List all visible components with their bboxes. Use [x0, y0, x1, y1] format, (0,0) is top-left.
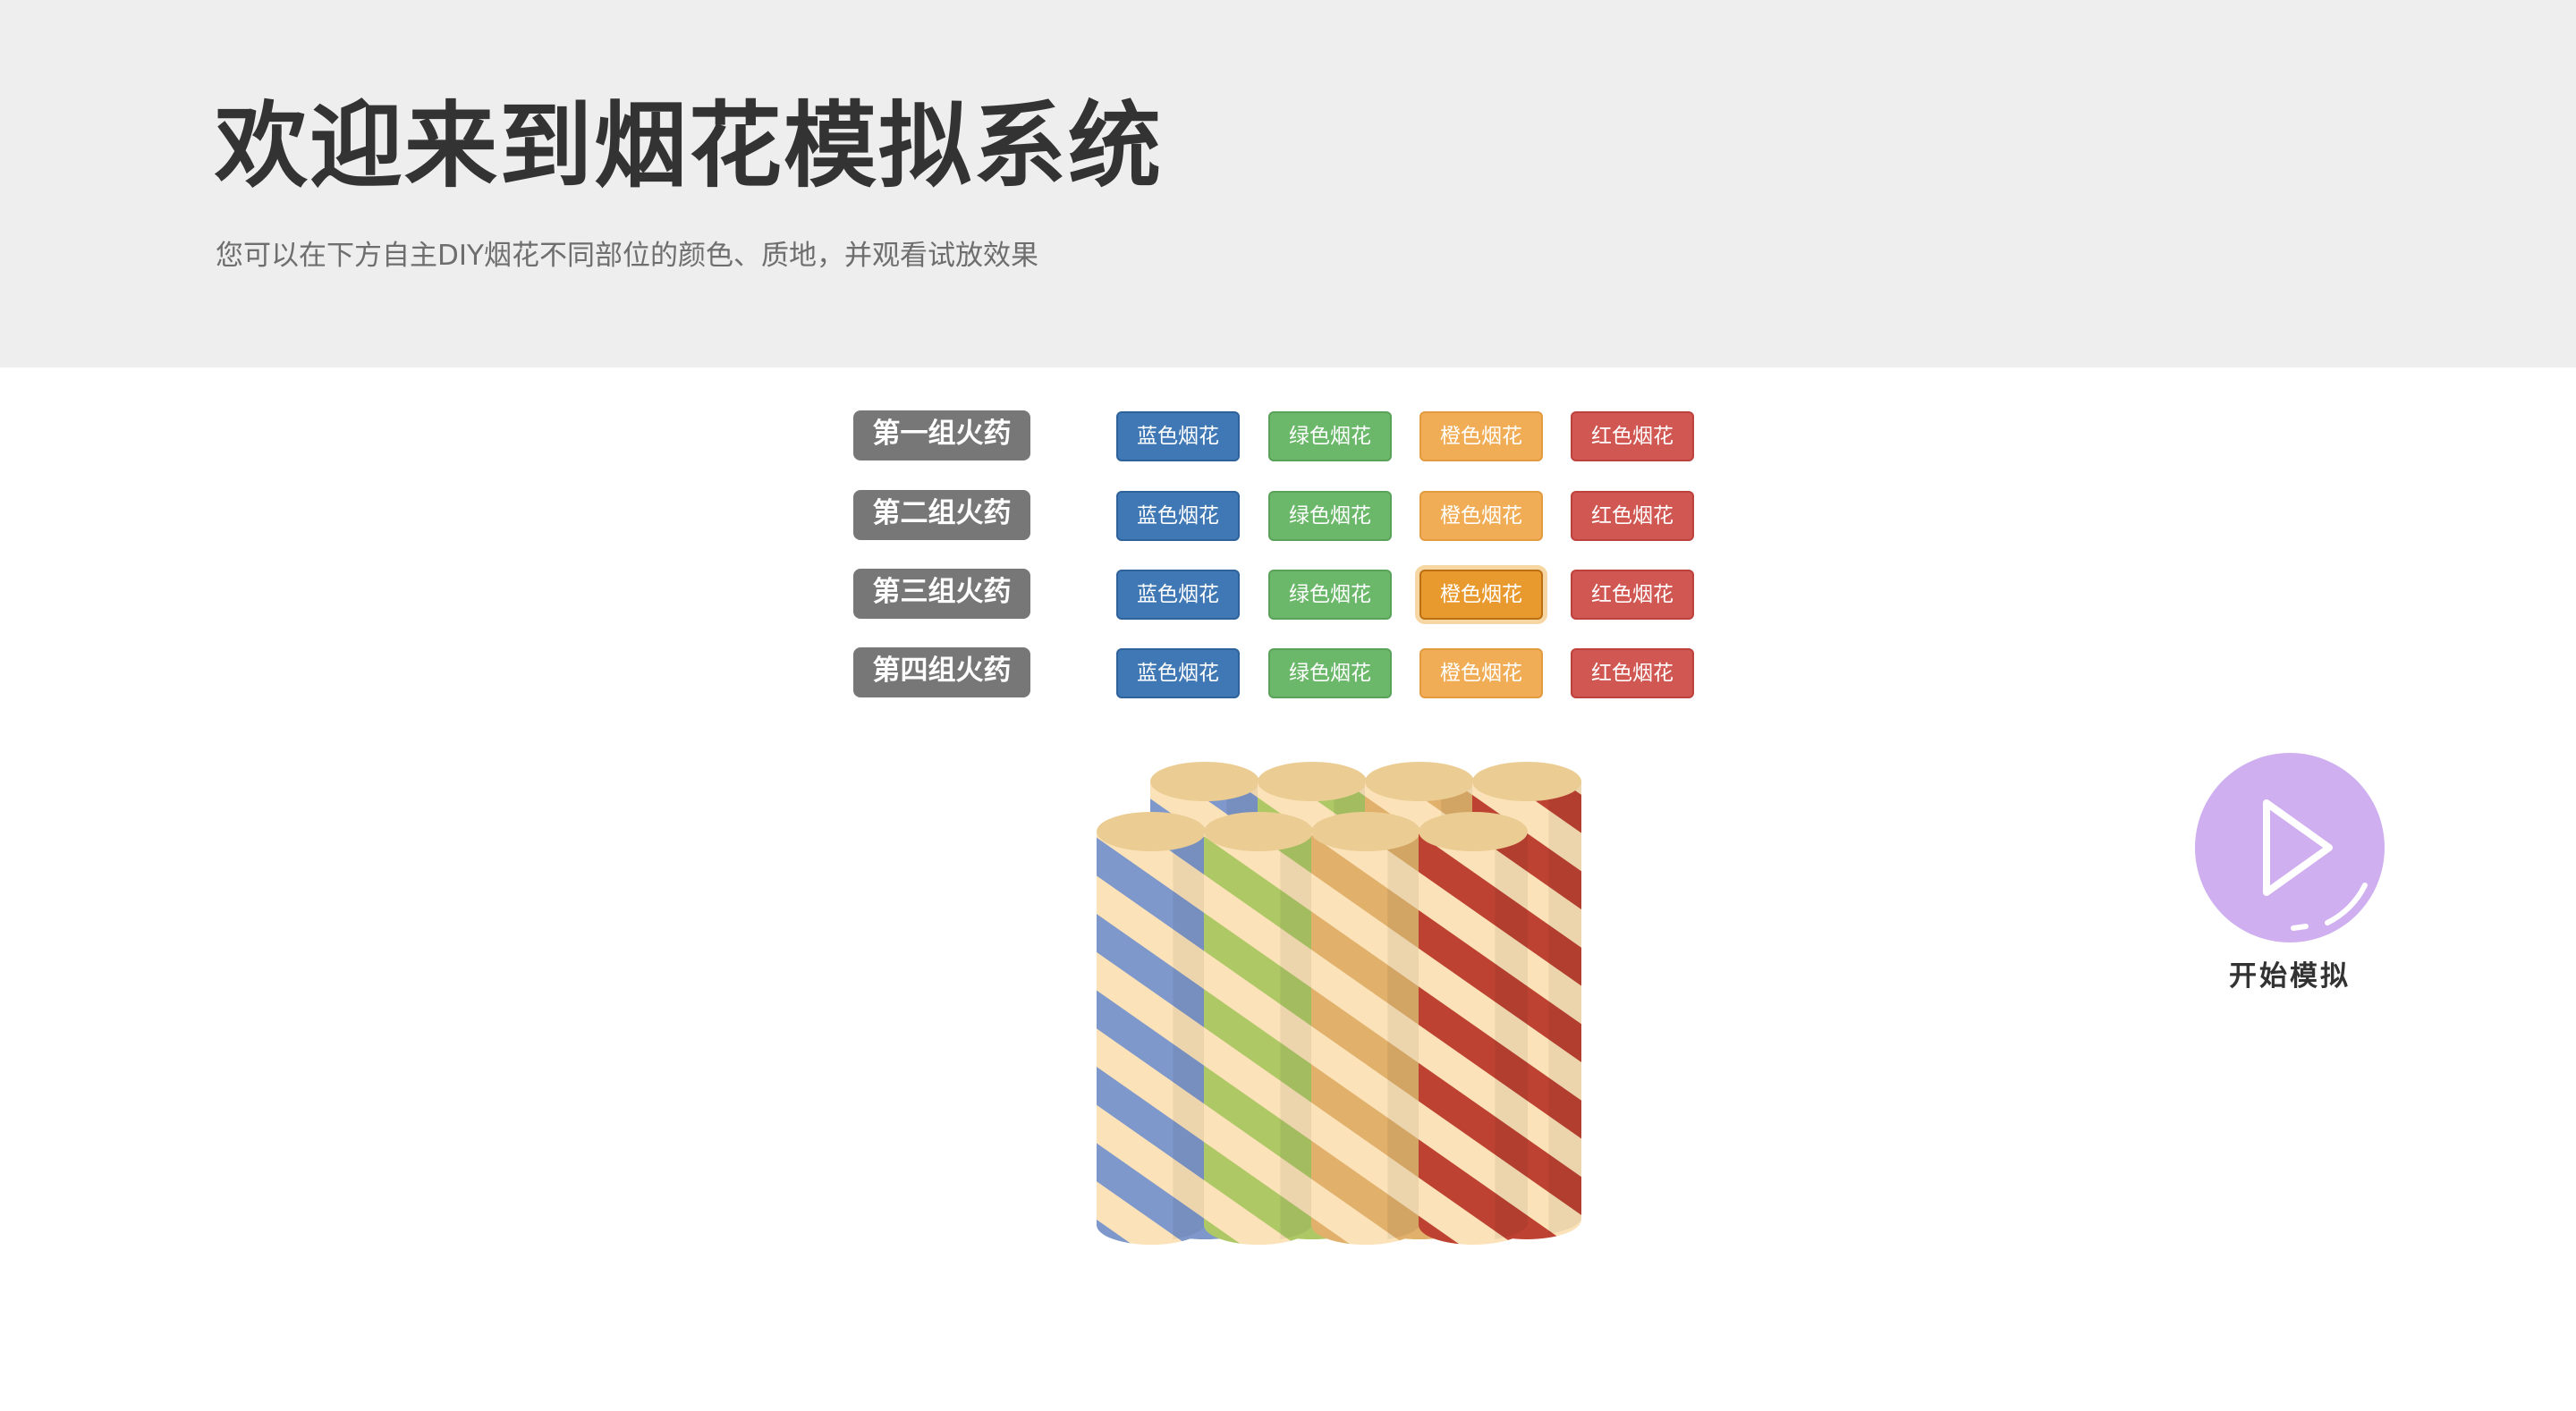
front-tube-orange [1311, 812, 1420, 1245]
group-4-green-button[interactable]: 绿色烟花 [1268, 648, 1392, 698]
group-label-3: 第三组火药 [853, 569, 1030, 619]
front-tube-red [1419, 812, 1528, 1245]
group-4-blue-button[interactable]: 蓝色烟花 [1116, 648, 1240, 698]
page-subtitle: 您可以在下方自主DIY烟花不同部位的颜色、质地，并观看试放效果 [216, 240, 1038, 272]
group-1-red-button[interactable]: 红色烟花 [1571, 411, 1694, 461]
front-tube-blue [1097, 812, 1206, 1245]
group-1-green-button[interactable]: 绿色烟花 [1268, 411, 1392, 461]
group-3-orange-button[interactable]: 橙色烟花 [1419, 570, 1543, 620]
group-3-green-button[interactable]: 绿色烟花 [1268, 570, 1392, 620]
group-2-green-button[interactable]: 绿色烟花 [1268, 491, 1392, 541]
group-3-blue-button[interactable]: 蓝色烟花 [1116, 570, 1240, 620]
start-simulation-label: 开始模拟 [2229, 960, 2351, 993]
group-label-1: 第一组火药 [853, 410, 1030, 460]
page-title: 欢迎来到烟花模拟系统 [215, 91, 1164, 200]
group-2-orange-button[interactable]: 橙色烟花 [1419, 491, 1543, 541]
group-4-orange-button[interactable]: 橙色烟花 [1419, 648, 1543, 698]
firework-tubes-illustration [1097, 762, 1581, 1245]
start-simulation-button[interactable] [2195, 753, 2385, 942]
group-2-blue-button[interactable]: 蓝色烟花 [1116, 491, 1240, 541]
hero-banner: 欢迎来到烟花模拟系统 您可以在下方自主DIY烟花不同部位的颜色、质地，并观看试放… [0, 0, 2576, 368]
group-1-blue-button[interactable]: 蓝色烟花 [1116, 411, 1240, 461]
group-1-orange-button[interactable]: 橙色烟花 [1419, 411, 1543, 461]
group-2-red-button[interactable]: 红色烟花 [1571, 491, 1694, 541]
group-4-red-button[interactable]: 红色烟花 [1571, 648, 1694, 698]
front-tube-green [1204, 812, 1313, 1245]
group-3-red-button[interactable]: 红色烟花 [1571, 570, 1694, 620]
play-icon [2263, 799, 2368, 931]
group-label-4: 第四组火药 [853, 647, 1030, 697]
group-label-2: 第二组火药 [853, 490, 1030, 540]
